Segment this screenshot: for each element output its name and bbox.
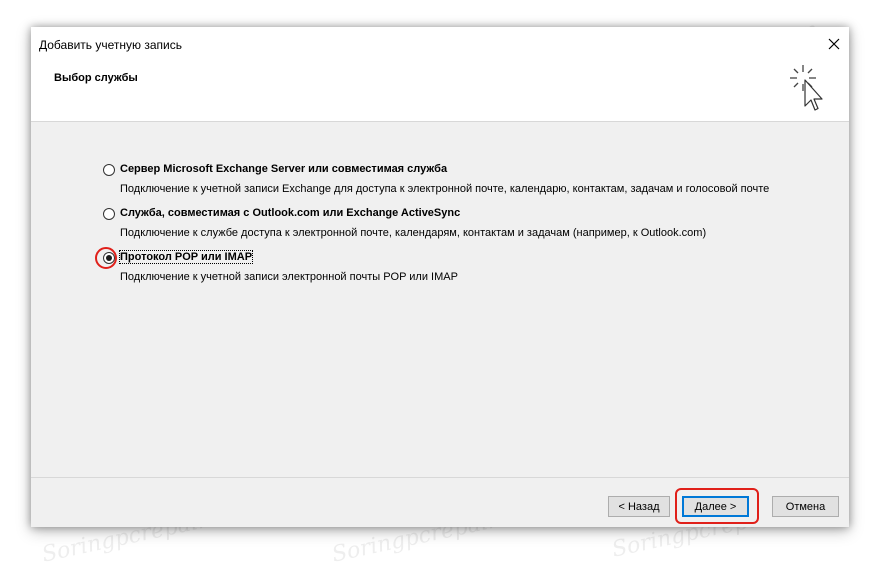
cursor-sparkle-icon (790, 65, 823, 111)
next-button[interactable]: Далее > (682, 496, 749, 517)
service-options: Сервер Microsoft Exchange Server или сов… (31, 122, 849, 477)
option-outlook-activesync-label[interactable]: Служба, совместимая с Outlook.com или Ex… (120, 207, 460, 219)
add-account-dialog: Добавить учетную запись Выбор службы Сер… (31, 27, 849, 527)
option-exchange-description: Подключение к учетной записи Exchange дл… (120, 183, 770, 195)
radio-exchange[interactable] (103, 164, 115, 176)
option-pop-imap-description: Подключение к учетной записи электронной… (120, 271, 458, 283)
radio-pop-imap[interactable] (103, 252, 115, 264)
footer-divider (31, 477, 849, 478)
window-title: Добавить учетную запись (39, 38, 182, 52)
option-pop-imap-label[interactable]: Протокол POP или IMAP (118, 250, 254, 264)
back-button[interactable]: < Назад (608, 496, 670, 517)
section-title: Выбор службы (54, 72, 138, 84)
option-outlook-activesync-description: Подключение к службе доступа к электронн… (120, 227, 707, 239)
cancel-button[interactable]: Отмена (772, 496, 839, 517)
close-icon (828, 38, 840, 50)
option-exchange-label[interactable]: Сервер Microsoft Exchange Server или сов… (120, 163, 447, 175)
radio-outlook-activesync[interactable] (103, 208, 115, 220)
dialog-header: Добавить учетную запись Выбор службы (31, 27, 849, 122)
close-button[interactable] (819, 31, 849, 57)
